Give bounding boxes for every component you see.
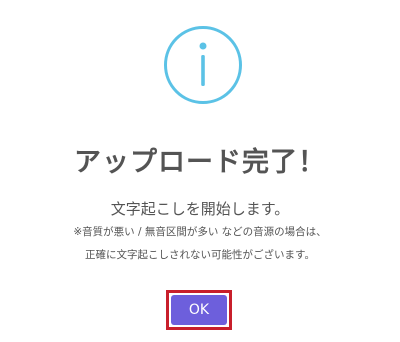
dialog-title: アップロード完了！ — [74, 147, 326, 178]
dialog-note-line-2: 正確に文字起こしされない可能性がございます。 — [85, 249, 315, 261]
dialog-subtitle: 文字起こしを開始します。 — [110, 200, 290, 218]
ok-button[interactable]: OK — [171, 295, 227, 325]
upload-complete-dialog: アップロード完了！ 文字起こしを開始します。 ※音質が悪い / 無音区間が多い … — [0, 0, 400, 342]
info-icon — [164, 26, 242, 104]
dialog-note-line-1: ※音質が悪い / 無音区間が多い などの音源の場合は、 — [73, 226, 327, 238]
